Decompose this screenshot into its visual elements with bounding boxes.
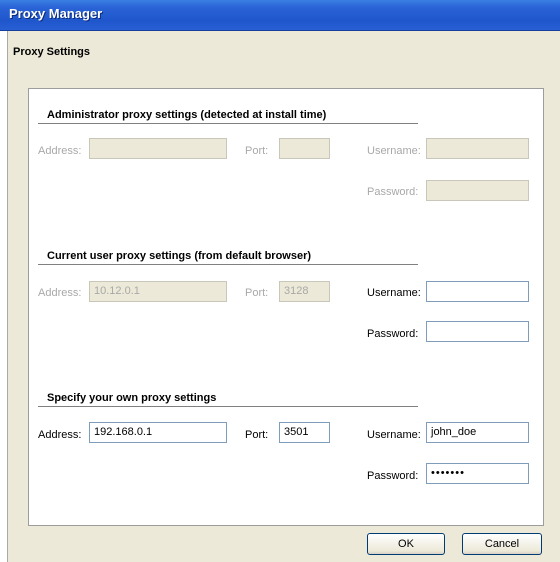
title-bar[interactable]: Proxy Manager xyxy=(0,0,560,31)
admin-section-title: Administrator proxy settings (detected a… xyxy=(47,109,327,121)
current-password-field[interactable] xyxy=(426,321,529,342)
admin-address-field[interactable] xyxy=(89,138,227,159)
current-password-label: Password: xyxy=(367,328,419,340)
admin-port-label: Port: xyxy=(245,145,269,157)
current-section-title: Current user proxy settings (from defaul… xyxy=(47,250,312,262)
own-address-label: Address: xyxy=(38,429,82,441)
admin-password-label: Password: xyxy=(367,186,419,198)
own-port-label: Port: xyxy=(245,429,269,441)
current-address-field[interactable]: 10.12.0.1 xyxy=(89,281,227,302)
admin-username-label: Username: xyxy=(367,145,421,157)
admin-port-field[interactable] xyxy=(279,138,330,159)
own-port-field[interactable]: 3501 xyxy=(279,422,330,443)
current-section-separator xyxy=(38,264,418,265)
ok-button[interactable]: OK xyxy=(367,533,445,555)
admin-username-field[interactable] xyxy=(426,138,529,159)
current-username-field[interactable] xyxy=(426,281,529,302)
admin-section-separator xyxy=(38,123,418,124)
own-password-field[interactable]: ••••••• xyxy=(426,463,529,484)
admin-address-label: Address: xyxy=(38,145,82,157)
own-address-field[interactable]: 192.168.0.1 xyxy=(89,422,227,443)
own-section-title: Specify your own proxy settings xyxy=(47,392,217,404)
window-title: Proxy Manager xyxy=(9,6,103,21)
own-password-label: Password: xyxy=(367,470,419,482)
current-address-label: Address: xyxy=(38,287,82,299)
page-heading: Proxy Settings xyxy=(13,46,91,58)
cancel-button[interactable]: Cancel xyxy=(462,533,542,555)
own-section-separator xyxy=(38,406,418,407)
own-username-field[interactable]: john_doe xyxy=(426,422,529,443)
admin-password-field[interactable] xyxy=(426,180,529,201)
current-port-field[interactable]: 3128 xyxy=(279,281,330,302)
current-port-label: Port: xyxy=(245,287,269,299)
current-username-label: Username: xyxy=(367,287,421,299)
own-username-label: Username: xyxy=(367,429,421,441)
